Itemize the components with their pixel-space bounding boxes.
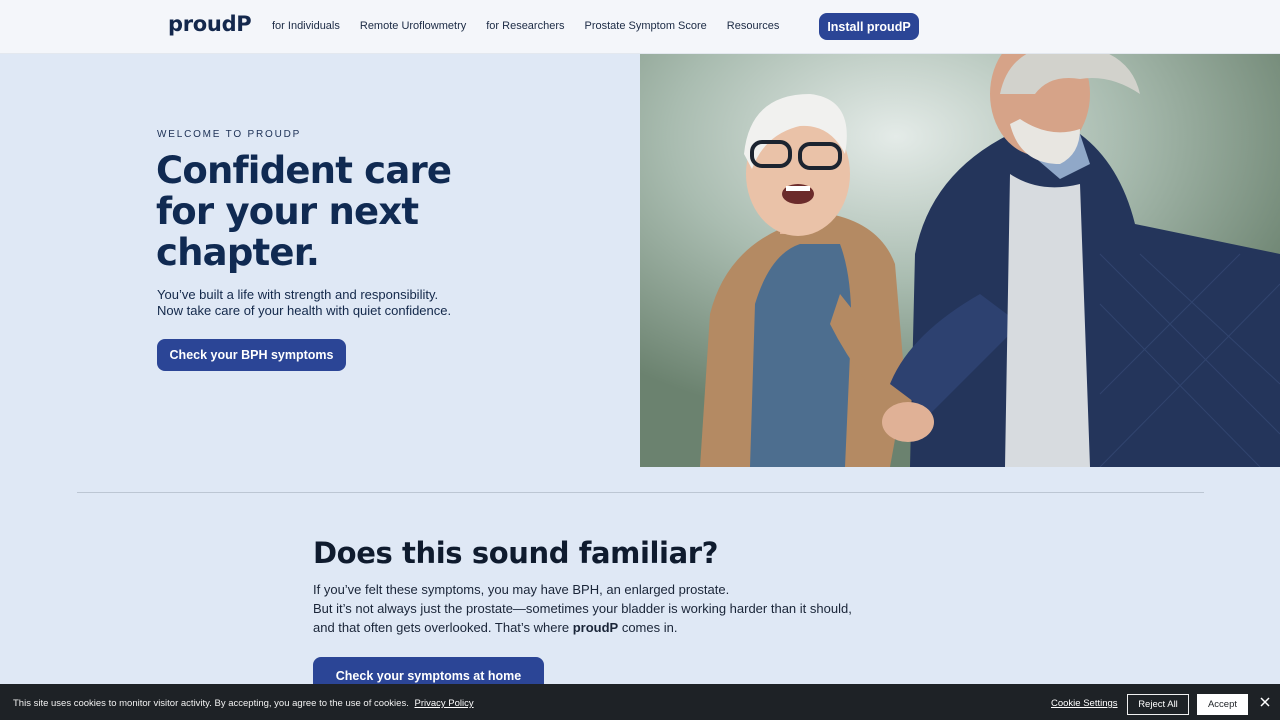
section-body-line: If you’ve felt these symptoms, you may h…: [313, 582, 730, 597]
section-body-text: comes in.: [618, 620, 678, 635]
nav-link-remote-uroflowmetry[interactable]: Remote Uroflowmetry: [360, 20, 466, 32]
hero-title-line: for your next: [156, 190, 419, 233]
hero-title: Confident care for your next chapter.: [156, 150, 486, 273]
hero-subtitle-line: Now take care of your health with quiet …: [157, 302, 452, 318]
cookie-consent-bar: This site uses cookies to monitor visito…: [0, 684, 1280, 720]
top-navigation: proudP for Individuals Remote Uroflowmet…: [0, 0, 1280, 54]
section-body-text: and that often gets overlooked. That’s w…: [313, 620, 573, 635]
reject-all-button[interactable]: Reject All: [1127, 694, 1189, 715]
nav-link-resources[interactable]: Resources: [727, 20, 780, 32]
hero-title-line: Confident care: [156, 149, 452, 192]
nav-link-prostate-symptom-score[interactable]: Prostate Symptom Score: [585, 20, 707, 32]
hero-eyebrow: WELCOME TO PROUDP: [157, 129, 302, 140]
nav-link-for-researchers[interactable]: for Researchers: [486, 20, 564, 32]
brand-name: proudP: [572, 620, 619, 635]
section-body-line: But it’s not always just the prostate—so…: [313, 601, 852, 616]
install-proudp-button[interactable]: Install proudP: [819, 13, 919, 40]
section-body-line: and that often gets overlooked. That’s w…: [313, 618, 893, 637]
cookie-message-text: This site uses cookies to monitor visito…: [13, 698, 409, 709]
check-bph-symptoms-button[interactable]: Check your BPH symptoms: [157, 339, 346, 371]
privacy-policy-link[interactable]: Privacy Policy: [414, 698, 473, 709]
section-divider: [77, 492, 1204, 493]
nav-link-for-individuals[interactable]: for Individuals: [272, 20, 340, 32]
section-title: Does this sound familiar?: [313, 536, 719, 570]
hero-subtitle-line: You’ve built a life with strength and re…: [157, 287, 439, 302]
nav-links: for Individuals Remote Uroflowmetry for …: [272, 20, 799, 32]
cookie-settings-link[interactable]: Cookie Settings: [1051, 698, 1118, 709]
hero-title-line: chapter.: [156, 231, 320, 274]
hero-photo-couple-laughing: [640, 54, 1280, 467]
close-icon[interactable]: [1258, 695, 1272, 709]
cookie-message: This site uses cookies to monitor visito…: [13, 698, 474, 709]
accept-button[interactable]: Accept: [1197, 694, 1248, 715]
section-body: If you’ve felt these symptoms, you may h…: [313, 580, 893, 637]
hero-subtitle: You’ve built a life with strength and re…: [157, 287, 497, 318]
hero-photo-illustration: [640, 54, 1280, 467]
proudp-logo[interactable]: proudP: [168, 12, 252, 36]
